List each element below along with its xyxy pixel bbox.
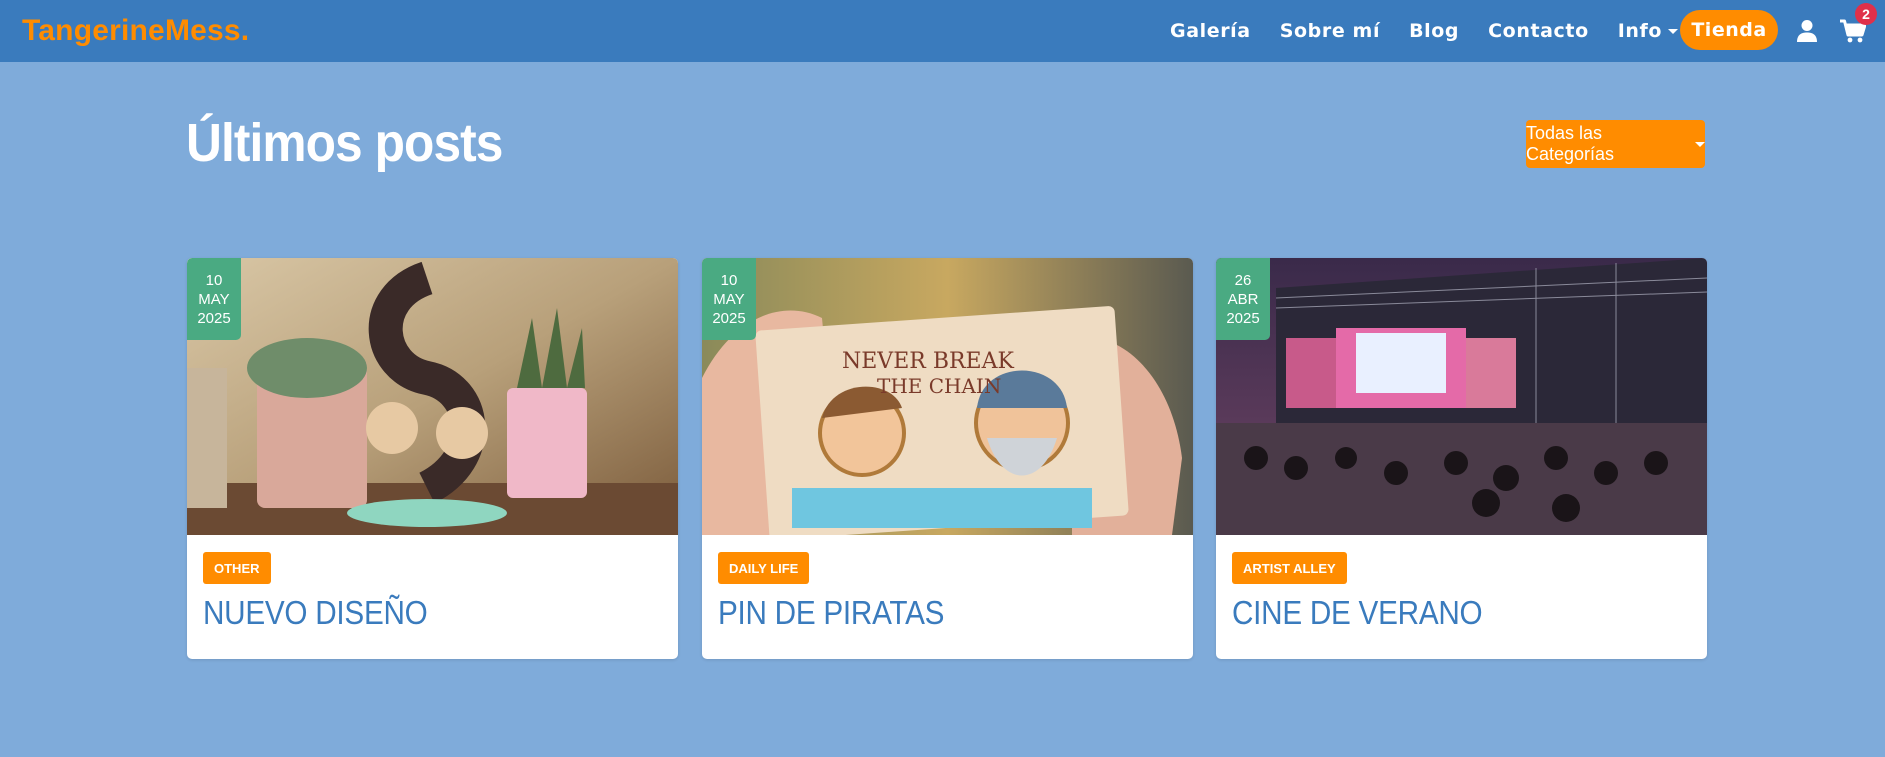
- post-image[interactable]: [1216, 258, 1707, 535]
- date-year: 2025: [712, 309, 746, 327]
- svg-text:THE CHAIN: THE CHAIN: [877, 374, 1001, 398]
- nav-link-sobre-mi[interactable]: Sobre mí: [1280, 20, 1380, 42]
- nav-link-blog[interactable]: Blog: [1409, 20, 1459, 42]
- cart-count-badge: 2: [1855, 3, 1877, 25]
- post-title[interactable]: NUEVO DISEÑO: [203, 594, 428, 632]
- date-month: ABR: [1227, 290, 1259, 308]
- date-month: MAY: [198, 290, 230, 308]
- shop-button[interactable]: Tienda: [1680, 10, 1778, 50]
- brand-logo[interactable]: TangerineMess.: [22, 14, 249, 48]
- post-title[interactable]: CINE DE VERANO: [1232, 594, 1483, 632]
- top-navbar: TangerineMess. Galería Sobre mí Blog Con…: [0, 0, 1885, 62]
- post-image[interactable]: NEVER BREAK THE CHAIN: [702, 258, 1193, 535]
- caret-down-icon: [1695, 141, 1705, 147]
- nav-dropdown-info[interactable]: Info: [1617, 20, 1679, 42]
- nav-link-galeria[interactable]: Galería: [1170, 20, 1251, 42]
- page-title: Últimos posts: [186, 113, 503, 173]
- date-badge: 26 ABR 2025: [1216, 258, 1270, 340]
- date-year: 2025: [1226, 309, 1260, 327]
- post-card[interactable]: NEVER BREAK THE CHAIN 10 MAY 2025 DAILY …: [702, 258, 1193, 659]
- date-month: MAY: [713, 290, 745, 308]
- post-category-tag[interactable]: OTHER: [203, 552, 271, 584]
- post-card[interactable]: 26 ABR 2025 ARTIST ALLEY CINE DE VERANO: [1216, 258, 1707, 659]
- date-day: 26: [1234, 271, 1252, 289]
- category-dropdown-label: Todas las Categorías: [1526, 123, 1615, 164]
- nav-link-info: Info: [1617, 20, 1663, 42]
- post-title[interactable]: PIN DE PIRATAS: [718, 594, 944, 632]
- category-dropdown[interactable]: Todas las Categorías: [1526, 120, 1705, 168]
- date-badge: 10 MAY 2025: [187, 258, 241, 340]
- date-badge: 10 MAY 2025: [702, 258, 756, 340]
- svg-text:NEVER BREAK: NEVER BREAK: [842, 349, 1014, 374]
- date-day: 10: [205, 271, 223, 289]
- caret-down-icon: [1668, 29, 1679, 34]
- post-category-tag[interactable]: DAILY LIFE: [718, 552, 810, 584]
- nav-links: Galería Sobre mí Blog Contacto Info: [1170, 0, 1707, 62]
- post-image[interactable]: [187, 258, 678, 535]
- user-icon[interactable]: [1796, 19, 1818, 43]
- post-card[interactable]: 10 MAY 2025 OTHER NUEVO DISEÑO: [187, 258, 678, 659]
- post-category-tag[interactable]: ARTIST ALLEY: [1232, 552, 1347, 584]
- date-day: 10: [720, 271, 738, 289]
- nav-link-contacto[interactable]: Contacto: [1488, 20, 1589, 42]
- date-year: 2025: [197, 309, 231, 327]
